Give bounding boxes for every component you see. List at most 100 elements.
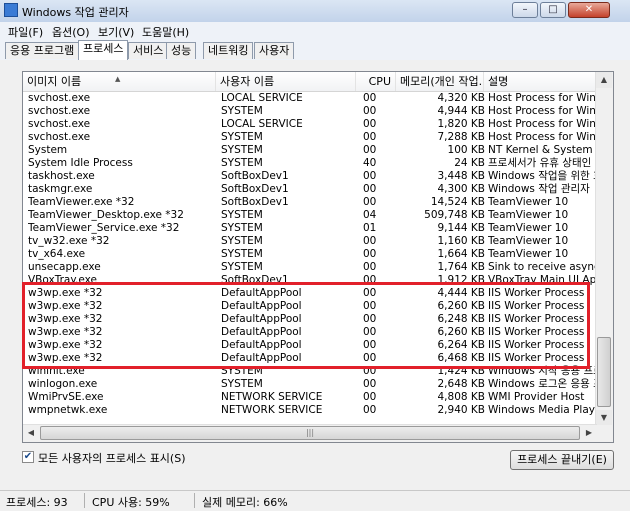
column-cpu[interactable]: CPU: [356, 72, 396, 91]
cell-cpu: 40: [363, 157, 377, 169]
column-image-name[interactable]: ▲ 이미지 이름: [23, 72, 216, 91]
cell-cpu: 00: [363, 339, 377, 351]
table-row[interactable]: w3wp.exe *32 DefaultAppPool 00 6,468 KB IIS …: [23, 352, 597, 365]
scroll-up-icon[interactable]: ▲: [596, 72, 612, 88]
tab-services[interactable]: 서비스: [128, 42, 169, 59]
status-memory-usage: 실제 메모리: 66%: [202, 496, 288, 509]
cell-user-name: SYSTEM: [221, 248, 263, 260]
cell-cpu: 00: [363, 313, 377, 325]
menu-file[interactable]: 파일(F): [8, 24, 43, 40]
close-button[interactable]: ✕: [568, 2, 610, 18]
table-row[interactable]: TeamViewer.exe *32 SoftBoxDev1 00 14,524 KB…: [23, 196, 597, 209]
cell-memory: 6,468 KB: [437, 352, 486, 364]
table-row[interactable]: taskmgr.exe SoftBoxDev1 00 4,300 KB Windows …: [23, 183, 597, 196]
cell-user-name: DefaultAppPool: [221, 300, 302, 312]
table-row[interactable]: w3wp.exe *32 DefaultAppPool 00 4,444 KB IIS …: [23, 287, 597, 300]
maximize-button[interactable]: □: [540, 2, 566, 18]
table-row[interactable]: w3wp.exe *32 DefaultAppPool 00 6,260 KB IIS …: [23, 326, 597, 339]
menu-bar: 파일(F) 옵션(O) 보기(V) 도움말(H): [0, 22, 630, 40]
table-row[interactable]: TeamViewer_Service.exe *32 SYSTEM 01 9,144 …: [23, 222, 597, 235]
table-row[interactable]: VBoxTray.exe SoftBoxDev1 00 1,912 KB VBoxTra…: [23, 274, 597, 287]
cell-cpu: 00: [363, 378, 377, 390]
menu-help[interactable]: 도움말(H): [142, 24, 189, 40]
tab-users[interactable]: 사용자: [254, 42, 295, 59]
cell-image-name: w3wp.exe *32: [28, 326, 103, 338]
cell-description: Windows Media Player Network: [488, 404, 597, 416]
tab-performance[interactable]: 성능: [166, 42, 197, 59]
cell-description: TeamViewer 10: [488, 222, 569, 234]
table-row[interactable]: tv_w32.exe *32 SYSTEM 00 1,160 KB TeamViewer…: [23, 235, 597, 248]
end-process-button[interactable]: 프로세스 끝내기(E): [510, 450, 614, 470]
column-memory[interactable]: 메모리(개인 작업...: [396, 72, 484, 91]
process-list[interactable]: ▲ 이미지 이름 사용자 이름 CPU 메모리(개인 작업... 설명 svch…: [22, 71, 614, 443]
cell-memory: 6,264 KB: [437, 339, 486, 351]
tab-processes[interactable]: 프로세스: [78, 40, 129, 61]
vertical-scrollbar[interactable]: ▲ ▼: [595, 72, 613, 426]
scroll-down-icon[interactable]: ▼: [596, 410, 612, 426]
cell-description: IIS Worker Process: [488, 352, 585, 364]
cell-user-name: SYSTEM: [221, 378, 263, 390]
cell-image-name: taskhost.exe: [28, 170, 95, 182]
show-all-users-label[interactable]: 모든 사용자의 프로세스 표시(S): [38, 450, 186, 466]
status-divider: [84, 493, 85, 508]
table-row[interactable]: svchost.exe LOCAL SERVICE 00 4,320 KB Host P…: [23, 92, 597, 105]
table-row[interactable]: wininit.exe SYSTEM 00 1,424 KB Windows 시작 응용…: [23, 365, 597, 378]
table-row[interactable]: svchost.exe SYSTEM 00 4,944 KB Host Process …: [23, 105, 597, 118]
cell-description: 프로세서가 유휴 상태인 시간: [488, 157, 597, 169]
table-row[interactable]: taskhost.exe SoftBoxDev1 00 3,448 KB Windows…: [23, 170, 597, 183]
status-divider: [194, 493, 195, 508]
table-row[interactable]: w3wp.exe *32 DefaultAppPool 00 6,248 KB IIS …: [23, 313, 597, 326]
vertical-scroll-thumb[interactable]: [597, 337, 611, 407]
cell-user-name: SYSTEM: [221, 235, 263, 247]
cell-user-name: SoftBoxDev1: [221, 183, 289, 195]
cell-cpu: 00: [363, 352, 377, 364]
cell-cpu: 00: [363, 196, 377, 208]
cell-memory: 1,912 KB: [437, 274, 486, 286]
column-user-name[interactable]: 사용자 이름: [216, 72, 356, 91]
scroll-right-icon[interactable]: ▶: [581, 425, 597, 441]
cell-memory: 2,940 KB: [437, 404, 486, 416]
horizontal-scrollbar[interactable]: ◀ ||| ▶: [23, 424, 597, 442]
table-row[interactable]: unsecapp.exe SYSTEM 00 1,764 KB Sink to rece…: [23, 261, 597, 274]
cell-memory: 6,260 KB: [437, 300, 486, 312]
cell-image-name: System: [28, 144, 68, 156]
menu-view[interactable]: 보기(V): [98, 24, 134, 40]
table-row[interactable]: System SYSTEM 00 100 KB NT Kernel & System: [23, 144, 597, 157]
cell-user-name: SYSTEM: [221, 157, 263, 169]
table-row[interactable]: System Idle Process SYSTEM 40 24 KB 프로세서가 유휴…: [23, 157, 597, 170]
tab-applications[interactable]: 응용 프로그램: [5, 42, 80, 59]
horizontal-scroll-thumb[interactable]: |||: [40, 426, 580, 440]
cell-user-name: DefaultAppPool: [221, 313, 302, 325]
cell-user-name: SYSTEM: [221, 261, 263, 273]
table-row[interactable]: w3wp.exe *32 DefaultAppPool 00 6,264 KB IIS …: [23, 339, 597, 352]
cell-cpu: 00: [363, 92, 377, 104]
table-row[interactable]: svchost.exe LOCAL SERVICE 00 1,820 KB Host P…: [23, 118, 597, 131]
table-row[interactable]: WmiPrvSE.exe NETWORK SERVICE 00 4,808 KB WMI…: [23, 391, 597, 404]
table-row[interactable]: wmpnetwk.exe NETWORK SERVICE 00 2,940 KB Win…: [23, 404, 597, 417]
task-manager-icon: [4, 3, 18, 17]
minimize-button[interactable]: –: [512, 2, 538, 18]
cell-memory: 4,808 KB: [437, 391, 486, 403]
cell-image-name: w3wp.exe *32: [28, 352, 103, 364]
cell-cpu: 00: [363, 248, 377, 260]
table-row[interactable]: TeamViewer_Desktop.exe *32 SYSTEM 04 509,74…: [23, 209, 597, 222]
tab-networking[interactable]: 네트워킹: [203, 42, 254, 59]
show-all-users-checkbox[interactable]: ✔: [22, 451, 34, 463]
table-row[interactable]: svchost.exe SYSTEM 00 7,288 KB Host Process …: [23, 131, 597, 144]
cell-description: Host Process for Windows: [488, 105, 597, 117]
cell-image-name: TeamViewer.exe *32: [28, 196, 135, 208]
cell-description: Host Process for Windows: [488, 131, 597, 143]
scroll-left-icon[interactable]: ◀: [23, 425, 39, 441]
cell-description: Windows 작업을 위한 호스트: [488, 170, 597, 182]
cell-memory: 1,424 KB: [437, 365, 486, 377]
table-row[interactable]: tv_x64.exe SYSTEM 00 1,664 KB TeamViewer 10: [23, 248, 597, 261]
cell-image-name: unsecapp.exe: [28, 261, 101, 273]
cell-description: TeamViewer 10: [488, 235, 569, 247]
cell-image-name: wmpnetwk.exe: [28, 404, 108, 416]
cell-user-name: NETWORK SERVICE: [221, 391, 323, 403]
menu-options[interactable]: 옵션(O): [52, 24, 89, 40]
cell-cpu: 00: [363, 118, 377, 130]
table-row[interactable]: w3wp.exe *32 DefaultAppPool 00 6,260 KB IIS …: [23, 300, 597, 313]
table-row[interactable]: winlogon.exe SYSTEM 00 2,648 KB Windows 로그온 …: [23, 378, 597, 391]
column-description[interactable]: 설명: [484, 72, 597, 91]
